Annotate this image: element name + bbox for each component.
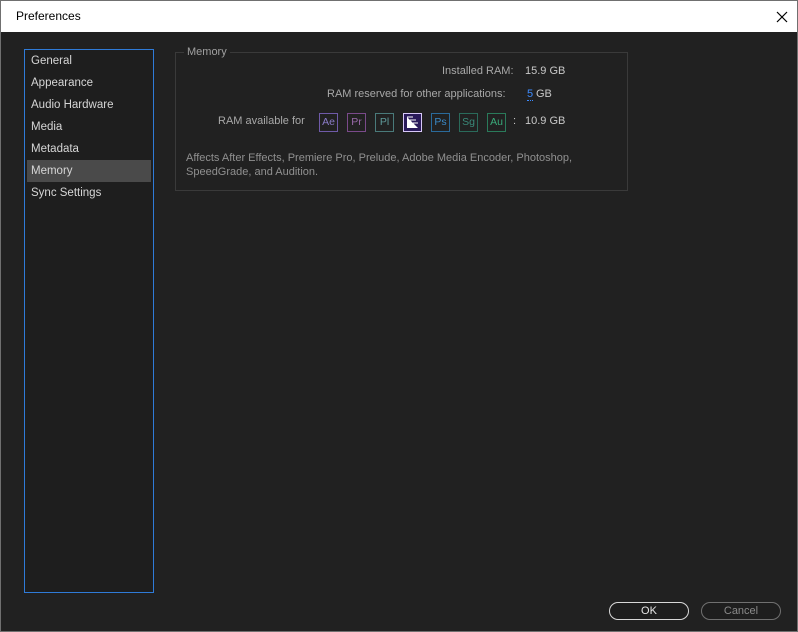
installed-ram-value: 15.9 GB [525, 65, 566, 77]
title-bar: Preferences [1, 1, 797, 32]
reserved-ram-label: RAM reserved for other applications: [327, 88, 506, 100]
sidebar-item-audio-hardware[interactable]: Audio Hardware [27, 94, 151, 116]
sidebar-item-appearance[interactable]: Appearance [27, 72, 151, 94]
reserved-ram-input[interactable]: 5 [527, 88, 534, 101]
sidebar-item-metadata[interactable]: Metadata [27, 138, 151, 160]
app-icon-ps: Ps [431, 113, 450, 132]
cancel-button[interactable]: Cancel [701, 602, 781, 620]
preferences-dialog: Preferences General Appearance Audio Har… [0, 0, 798, 632]
reserved-ram-unit: GB [536, 88, 552, 100]
installed-ram-label: Installed RAM: [442, 65, 514, 77]
memory-description: Affects After Effects, Premiere Pro, Pre… [186, 152, 573, 178]
close-button[interactable] [769, 5, 795, 29]
preferences-sidebar: General Appearance Audio Hardware Media … [24, 49, 154, 593]
available-ram-value: 10.9 GB [525, 115, 566, 127]
app-icon-sg: Sg [459, 113, 478, 132]
sidebar-item-memory[interactable]: Memory [27, 160, 151, 182]
available-ram-colon: : [513, 115, 517, 127]
ok-button[interactable]: OK [609, 602, 689, 620]
sidebar-item-sync-settings[interactable]: Sync Settings [27, 182, 151, 204]
app-icon-au: Au [487, 113, 506, 132]
app-icon-me [403, 113, 422, 132]
app-icon-ae: Ae [319, 113, 338, 132]
close-icon [776, 11, 788, 23]
window-title: Preferences [16, 9, 81, 23]
available-ram-label: RAM available for [218, 115, 305, 127]
sidebar-item-general[interactable]: General [27, 50, 151, 72]
app-icon-pr: Pr [347, 113, 366, 132]
app-icon-pl: Pl [375, 113, 394, 132]
sidebar-item-media[interactable]: Media [27, 116, 151, 138]
memory-group-title: Memory [184, 46, 230, 58]
